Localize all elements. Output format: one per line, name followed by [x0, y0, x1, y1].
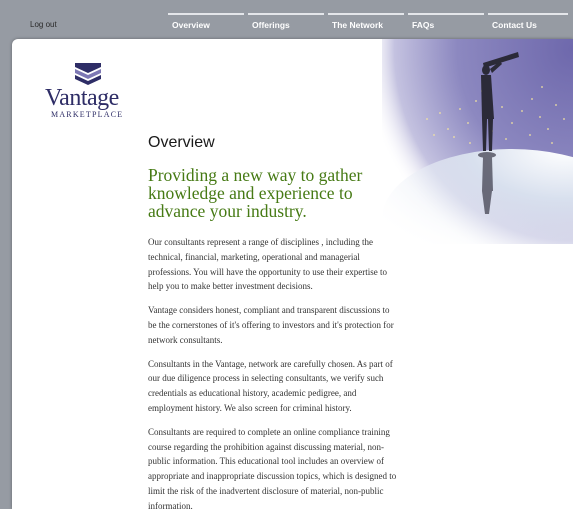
body-paragraph: Consultants are required to complete an … — [148, 426, 397, 509]
content-panel: Vantage MARKETPLACE Overview Providing a… — [12, 39, 573, 509]
vantage-logo[interactable]: Vantage MARKETPLACE — [45, 63, 131, 119]
nav-offerings[interactable]: Offerings — [248, 13, 324, 35]
nav-contact-us[interactable]: Contact Us — [488, 13, 568, 35]
body-paragraph: Our consultants represent a range of dis… — [148, 237, 387, 292]
body-paragraph: Vantage considers honest, compliant and … — [148, 305, 394, 345]
telescope-figure-illustration — [382, 39, 573, 244]
logout-link[interactable]: Log out — [30, 20, 57, 29]
body-paragraph: Consultants in the Vantage, network are … — [148, 358, 393, 413]
main-content: Overview Providing a new way to gather k… — [148, 134, 398, 509]
logo-subtitle: MARKETPLACE — [51, 110, 124, 119]
headline: Providing a new way to gather knowledge … — [148, 165, 363, 221]
page-title: Overview — [148, 134, 215, 151]
main-nav: Overview Offerings The Network FAQs Cont… — [168, 13, 568, 35]
nav-the-network[interactable]: The Network — [328, 13, 404, 35]
logo-wordmark: Vantage — [45, 85, 119, 111]
chevron-stack-icon — [75, 63, 101, 85]
nav-overview[interactable]: Overview — [168, 13, 244, 35]
nav-faqs[interactable]: FAQs — [408, 13, 484, 35]
